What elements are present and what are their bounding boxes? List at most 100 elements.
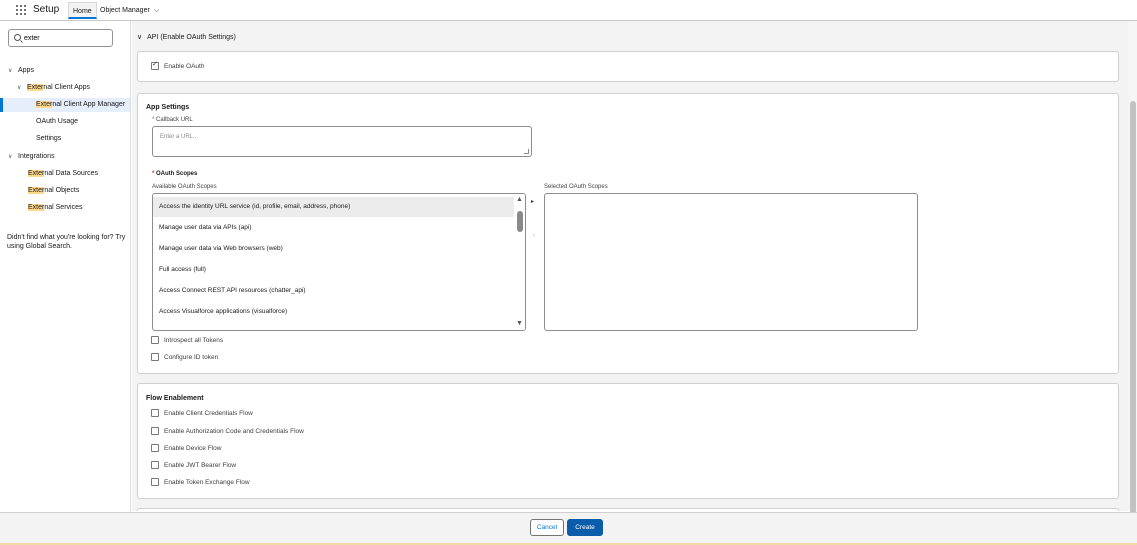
tree-item-label: Apps [18,67,34,74]
tree-item-external-client-apps[interactable]: ∨ External Client Apps [17,81,90,95]
cancel-button[interactable]: Cancel [530,519,564,536]
page-scrollbar[interactable] [1129,21,1137,521]
tree-item-label: Settings [36,135,62,142]
scrollbar-thumb[interactable] [517,211,523,232]
auth-code-credentials-flow-checkbox[interactable] [151,427,159,436]
tab-object-manager-label: Object Manager [100,7,150,14]
search-match-highlight: Exter [28,170,45,177]
setup-sidebar: ∨Apps ∨External Client Apps External Cli… [0,21,131,545]
tree-item-external-data-sources[interactable]: External Data Sources [28,167,98,181]
search-icon [14,34,21,41]
chevron-down-icon[interactable]: ∨ [8,150,18,164]
move-left-icon[interactable]: ‹ [533,233,535,239]
main-content: ∨ API (Enable OAuth Settings) Enable OAut… [132,21,1132,511]
footer-bar: Cancel Create [0,512,1137,545]
introspect-tokens-checkbox[interactable] [151,336,159,345]
scope-option[interactable]: Full access (full) [159,260,206,280]
tab-home[interactable]: Home [68,2,97,19]
app-name: Setup [33,4,60,15]
auth-code-credentials-flow-row[interactable]: Enable Authorization Code and Credential… [151,427,304,439]
token-exchange-flow-row[interactable]: Enable Token Exchange Flow [151,478,250,490]
scope-option[interactable]: Manage user data via Web browsers (web) [159,239,283,259]
chevron-down-icon[interactable]: ∨ [8,64,18,78]
global-search-hint: Didn't find what you're looking for? Try… [7,234,126,250]
enable-oauth-card: Enable OAuth [137,51,1119,82]
search-match-highlight: Exter [27,84,44,91]
callback-url-label-text: Callback URL [156,117,193,123]
chevron-down-icon[interactable]: ∨ [137,33,142,41]
jwt-bearer-flow-row[interactable]: Enable JWT Bearer Flow [151,461,236,473]
callback-url-placeholder: Enter a URL... [160,134,199,140]
search-match-highlight: Exter [36,101,53,108]
tree-item-apps[interactable]: ∨ Apps [8,64,34,78]
scope-option[interactable]: Access Connect REST API resources (chatt… [159,281,306,301]
tree-item-label: Integrations [18,153,55,160]
search-match-highlight: Exter [28,204,45,211]
tree-item-external-services[interactable]: External Services [28,201,82,215]
device-flow-checkbox[interactable] [151,444,159,453]
tree-item-label: nal Services [44,204,83,211]
tree-item-label: nal Client App Manager [52,101,126,108]
selected-scopes-label: Selected OAuth Scopes [544,184,608,190]
section-header-api[interactable]: ∨ API (Enable OAuth Settings) [137,33,236,41]
tree-item-integrations[interactable]: ∨ Integrations [8,150,55,164]
move-right-icon[interactable]: ▸ [531,198,534,205]
client-credentials-flow-row[interactable]: Enable Client Credentials Flow [151,409,253,421]
chevron-down-icon[interactable]: ∨ [17,81,27,95]
available-scopes-label: Available OAuth Scopes [152,184,217,190]
enable-oauth-label: Enable OAuth [164,63,205,70]
tree-item-external-client-app-manager[interactable]: External Client App Manager [0,98,130,112]
available-scopes-listbox[interactable]: Access the identity URL service (id, pro… [152,193,526,331]
app-settings-heading: App Settings [146,104,190,111]
enable-oauth-checkbox[interactable] [151,60,159,71]
flow-enablement-card: Flow Enablement Enable Client Credential… [137,383,1119,499]
introspect-tokens-label: Introspect all Tokens [164,337,224,344]
flow-option-label: Enable JWT Bearer Flow [164,462,237,469]
top-bar: Setup Home Object Manager ⌵ [0,0,1137,21]
callback-url-textarea[interactable]: Enter a URL... [152,126,532,157]
chevron-down-icon[interactable]: ⌵ [154,7,159,14]
required-marker: * [152,171,155,177]
tab-object-manager[interactable]: Object Manager ⌵ [97,2,162,19]
device-flow-row[interactable]: Enable Device Flow [151,444,221,456]
flow-enablement-heading: Flow Enablement [146,395,204,402]
scroll-up-icon[interactable]: ▲ [516,196,523,204]
tree-item-label: nal Objects [44,187,80,194]
flow-option-label: Enable Authorization Code and Credential… [164,428,304,435]
scope-option[interactable]: Manage user data via APIs (api) [159,218,252,238]
listbox-scrollbar[interactable]: ▲ ▼ [514,194,525,330]
tree-item-oauth-usage[interactable]: OAuth Usage [36,115,78,129]
scroll-down-icon[interactable]: ▼ [516,320,523,328]
app-launcher-icon[interactable] [16,5,27,16]
tree-item-label: OAuth Usage [36,118,79,125]
tree-item-settings[interactable]: Settings [36,132,61,146]
configure-id-token-row[interactable]: Configure ID token [151,353,218,365]
quick-find-search[interactable] [8,29,113,47]
scope-option[interactable]: Access the identity URL service (id, pro… [153,197,515,217]
jwt-bearer-flow-checkbox[interactable] [151,461,159,470]
tree-item-label: nal Client Apps [43,84,91,91]
create-button[interactable]: Create [567,519,603,536]
flow-option-label: Enable Device Flow [164,445,222,452]
configure-id-token-checkbox[interactable] [151,353,159,362]
section-title: API (Enable OAuth Settings) [147,34,236,41]
app-settings-card: App Settings * Callback URL Enter a URL.… [137,93,1119,374]
introspect-tokens-row[interactable]: Introspect all Tokens [151,336,223,348]
page-scrollbar-thumb[interactable] [1130,101,1136,521]
required-marker: * [152,117,155,123]
quick-find-input[interactable] [24,33,109,44]
oauth-scopes-label: * OAuth Scopes [152,171,197,177]
token-exchange-flow-checkbox[interactable] [151,478,159,487]
search-match-highlight: Exter [28,187,45,194]
client-credentials-flow-checkbox[interactable] [151,409,159,418]
tree-item-external-objects[interactable]: External Objects [28,184,79,198]
callback-url-label: * Callback URL [152,117,193,123]
oauth-scopes-label-text: OAuth Scopes [156,171,198,177]
enable-oauth-checkbox-row[interactable]: Enable OAuth [151,60,205,74]
resize-handle-icon[interactable] [524,149,529,154]
selected-scopes-listbox[interactable] [544,193,918,331]
flow-option-label: Enable Token Exchange Flow [164,479,250,486]
scope-option[interactable]: Access Visualforce applications (visualf… [159,302,287,322]
configure-id-token-label: Configure ID token [164,354,219,361]
flow-option-label: Enable Client Credentials Flow [164,410,253,417]
